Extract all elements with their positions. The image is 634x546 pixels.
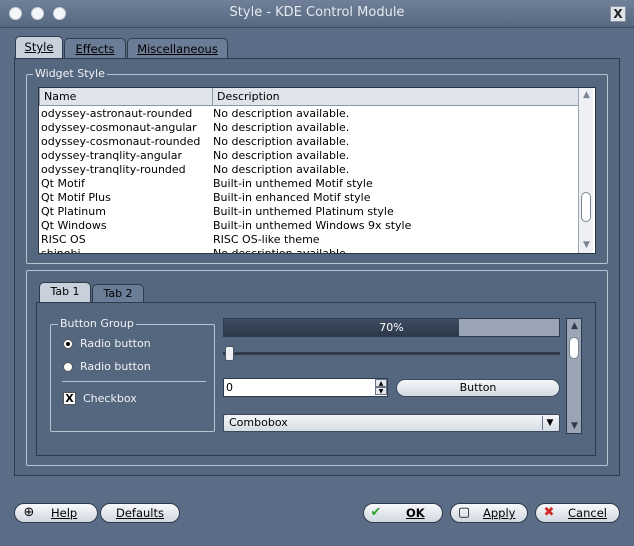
apply-button[interactable]: ▢ Apply <box>450 503 528 523</box>
list-item-name: odyssey-cosmonaut-angular <box>41 121 197 134</box>
spin-up-icon[interactable]: ▲ <box>375 379 387 387</box>
list-item-description: RISC OS-like theme <box>213 233 320 246</box>
column-header-name[interactable]: Name <box>39 88 213 106</box>
list-item-description: Built-in unthemed Platinum style <box>213 205 394 218</box>
tab-miscellaneous[interactable]: Miscellaneous <box>127 38 228 60</box>
list-item[interactable]: Qt Motif Plus Built-in enhanced Motif sty… <box>39 191 579 205</box>
ok-check-icon: ✔ <box>370 505 382 520</box>
widget-style-legend: Widget Style <box>33 67 107 80</box>
cancel-x-icon: ✖ <box>543 505 555 520</box>
list-item[interactable]: odyssey-astronaut-rounded No description … <box>39 107 579 121</box>
combobox-value: Combobox <box>229 416 288 429</box>
spin-box[interactable]: ▲ ▼ <box>223 378 388 397</box>
list-scrollbar[interactable]: ▲ ▼ <box>578 88 593 253</box>
defaults-button[interactable]: Defaults <box>100 503 180 523</box>
list-item[interactable]: Qt Motif Built-in unthemed Motif style <box>39 177 579 191</box>
preview-scroll-up-icon[interactable]: ▲ <box>567 319 582 333</box>
apply-label: Apply <box>483 506 516 520</box>
list-item[interactable]: RISC OS RISC OS-like theme <box>39 233 579 247</box>
preview-scroll-down-icon[interactable]: ▼ <box>567 419 582 433</box>
list-item-name: odyssey-cosmonaut-rounded <box>41 135 201 148</box>
list-item[interactable]: Qt Windows Built-in unthemed Windows 9x s… <box>39 219 579 233</box>
apply-document-icon: ▢ <box>457 505 471 520</box>
list-item[interactable]: odyssey-cosmonaut-angular No description … <box>39 121 579 135</box>
tab-miscellaneous-label: Miscellaneous <box>137 42 218 56</box>
list-item-name: RISC OS <box>41 233 86 246</box>
help-lifebuoy-icon: ⊕ <box>23 505 35 520</box>
list-item-description: No description available. <box>213 121 350 134</box>
list-item-name: shinobi <box>41 247 81 254</box>
list-item-description: Built-in unthemed Motif style <box>213 177 373 190</box>
tab-1[interactable]: Tab 1 <box>39 282 91 304</box>
title-bar[interactable]: Style - KDE Control Module X <box>0 0 634 28</box>
list-item-description: Built-in unthemed Windows 9x style <box>213 219 412 232</box>
list-item-description: No description available. <box>213 247 350 254</box>
preview-button[interactable]: Button <box>396 379 560 397</box>
spin-down-icon[interactable]: ▼ <box>375 387 387 395</box>
tab-effects-label: Effects <box>75 42 115 56</box>
list-item-name: odyssey-astronaut-rounded <box>41 107 193 120</box>
list-item[interactable]: shinobi No description available. <box>39 247 579 254</box>
column-header-description[interactable]: Description <box>212 88 579 106</box>
list-item-description: Built-in enhanced Motif style <box>213 191 371 204</box>
list-item[interactable]: odyssey-tranqlity-angular No description … <box>39 149 579 163</box>
checkbox-label: Checkbox <box>83 392 137 405</box>
help-label: Help <box>51 506 78 520</box>
tab-effects[interactable]: Effects <box>64 38 126 60</box>
cancel-button[interactable]: ✖ Cancel <box>535 503 620 523</box>
list-item[interactable]: odyssey-tranqlity-rounded No description … <box>39 163 579 177</box>
list-item-name: odyssey-tranqlity-angular <box>41 149 182 162</box>
progress-bar: 70% <box>223 318 560 337</box>
list-item-name: odyssey-tranqlity-rounded <box>41 163 186 176</box>
slider-track[interactable] <box>223 352 560 355</box>
list-item-description: No description available. <box>213 149 350 162</box>
list-item-description: No description available. <box>213 107 350 120</box>
list-item-description: No description available. <box>213 163 350 176</box>
preview-scroll-thumb[interactable] <box>569 337 579 359</box>
slider-handle[interactable] <box>225 346 234 361</box>
combobox-arrow-icon[interactable]: ▼ <box>542 416 557 430</box>
list-item-name: Qt Motif <box>41 177 85 190</box>
tab-style-label: Style <box>24 40 54 54</box>
progress-label: 70% <box>379 321 404 334</box>
list-item-name: Qt Motif Plus <box>41 191 111 204</box>
radio-button-2[interactable] <box>63 362 73 372</box>
list-item-description: No description available. <box>213 135 350 148</box>
list-item[interactable]: odyssey-cosmonaut-rounded No description … <box>39 135 579 149</box>
cancel-label: Cancel <box>568 506 607 520</box>
spin-box-input[interactable] <box>226 380 371 395</box>
radio-button-1-label: Radio button <box>80 337 151 350</box>
list-item-name: Qt Platinum <box>41 205 106 218</box>
tab-style[interactable]: Style <box>15 36 63 60</box>
scroll-down-arrow-icon[interactable]: ▼ <box>579 238 594 252</box>
list-item[interactable]: Qt Platinum Built-in unthemed Platinum st… <box>39 205 579 219</box>
group-divider <box>62 381 206 382</box>
radio-button-2-label: Radio button <box>80 360 151 373</box>
ok-label: OK <box>406 506 425 520</box>
preview-scrollbar[interactable]: ▲ ▼ <box>566 318 582 434</box>
scroll-thumb[interactable] <box>581 191 591 222</box>
list-item-name: Qt Windows <box>41 219 107 232</box>
close-button[interactable]: X <box>610 6 626 22</box>
scroll-up-arrow-icon[interactable]: ▲ <box>579 88 594 102</box>
combobox[interactable]: Combobox ▼ <box>223 414 560 432</box>
tab-2[interactable]: Tab 2 <box>92 284 144 304</box>
help-button[interactable]: ⊕ Help <box>14 503 98 523</box>
defaults-label: Defaults <box>115 506 164 520</box>
window-title: Style - KDE Control Module <box>229 5 405 20</box>
checkbox[interactable]: X <box>63 392 76 405</box>
button-group-legend: Button Group <box>58 317 136 330</box>
radio-button-1[interactable] <box>63 339 73 349</box>
widget-style-list[interactable]: Name Description odyssey-astronaut-round… <box>38 87 596 254</box>
ok-button[interactable]: ✔ OK <box>363 503 443 523</box>
